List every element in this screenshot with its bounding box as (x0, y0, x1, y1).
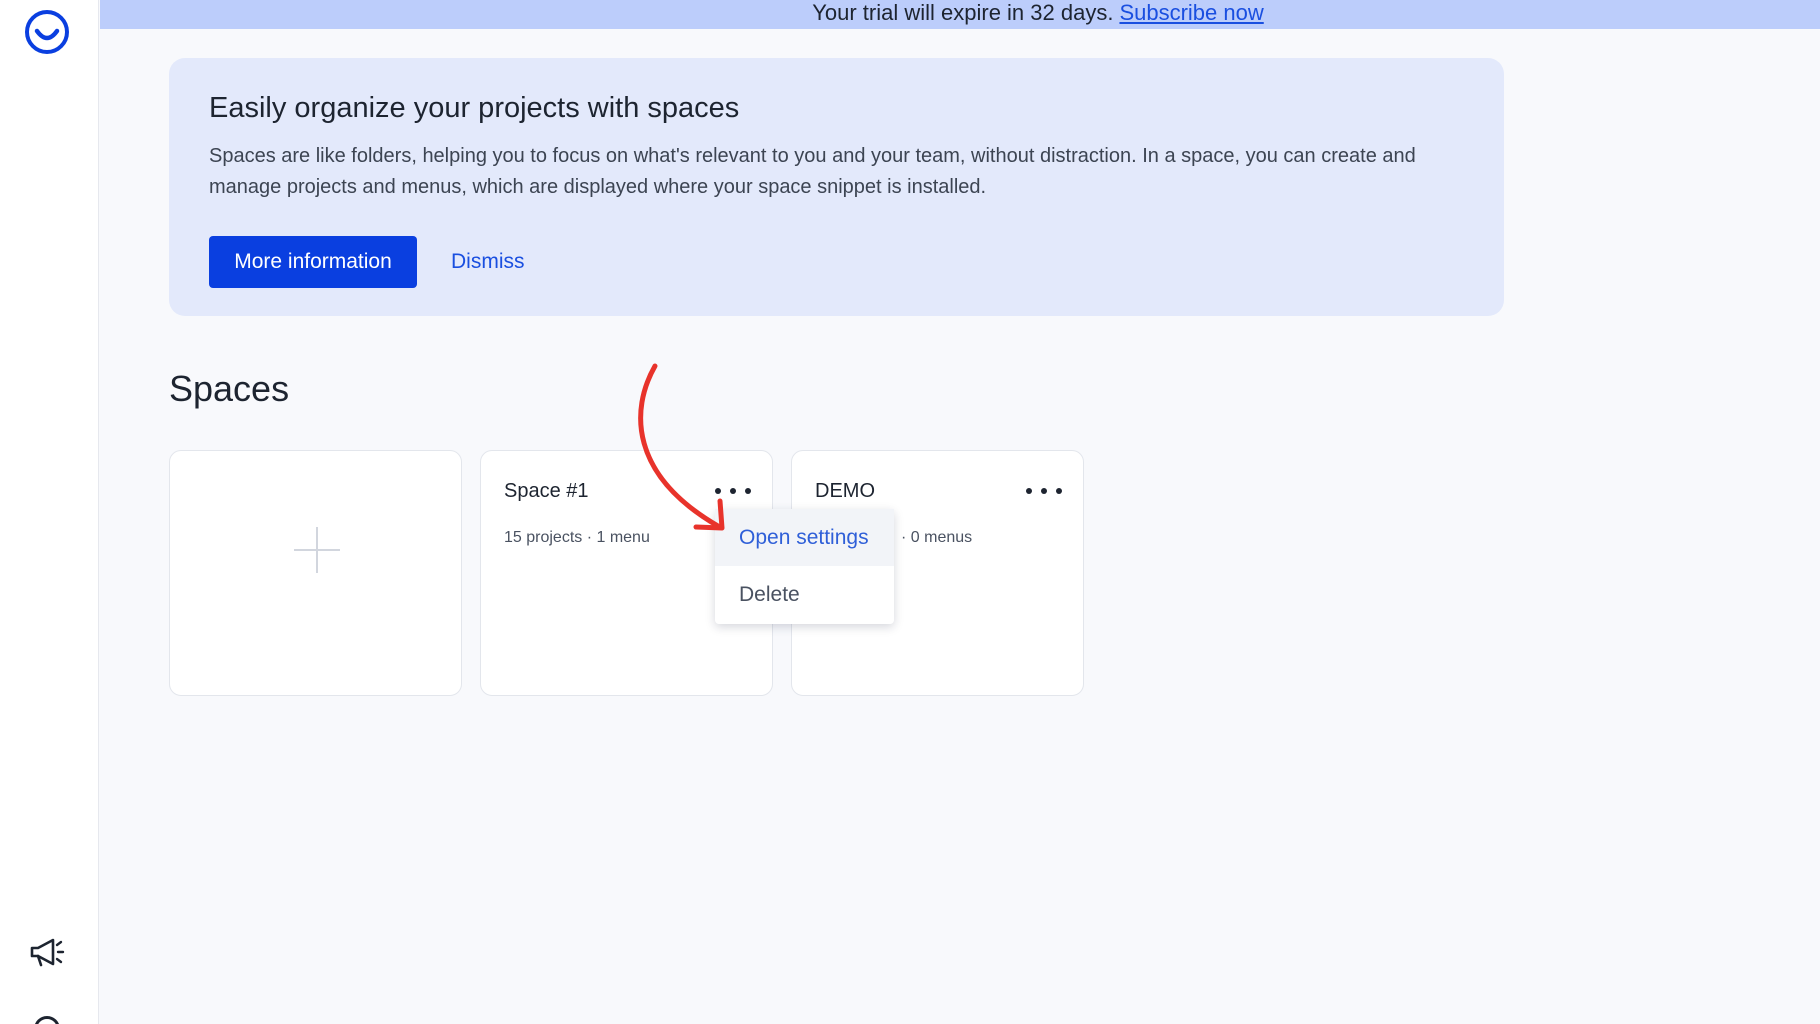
more-information-button[interactable]: More information (209, 236, 417, 288)
space-card-meta: 15 projects · 1 menu (504, 529, 650, 546)
dismiss-button[interactable]: Dismiss (451, 236, 525, 288)
info-card-description: Spaces are like folders, helping you to … (209, 145, 1416, 198)
space-card-name: Space #1 (504, 480, 589, 502)
help-icon[interactable] (34, 1016, 60, 1024)
subscribe-link[interactable]: Subscribe now (1119, 0, 1263, 25)
sidebar (0, 0, 99, 1024)
space-card-meta: · 0 menus (901, 529, 973, 546)
app-logo-icon[interactable] (24, 9, 70, 55)
space-context-menu: Open settings Delete (715, 509, 894, 624)
trial-banner: Your trial will expire in 32 days. Subscr… (100, 0, 1820, 29)
trial-message: Your trial will expire in 32 days. (812, 0, 1114, 25)
app-window: Your trial will expire in 32 days. Subscr… (0, 0, 1820, 1024)
more-horizontal-icon[interactable] (715, 483, 751, 499)
info-card-title: Easily organize your projects with space… (209, 92, 740, 124)
menu-item-open-settings[interactable]: Open settings (715, 509, 894, 566)
plus-icon (294, 527, 340, 573)
more-horizontal-icon[interactable] (1026, 483, 1062, 499)
add-space-card[interactable] (169, 450, 462, 696)
megaphone-icon[interactable] (29, 936, 65, 968)
space-card-name: DEMO (815, 480, 875, 502)
spaces-heading: Spaces (169, 368, 290, 409)
menu-item-delete[interactable]: Delete (715, 566, 894, 623)
spaces-info-card: Easily organize your projects with space… (169, 58, 1504, 316)
